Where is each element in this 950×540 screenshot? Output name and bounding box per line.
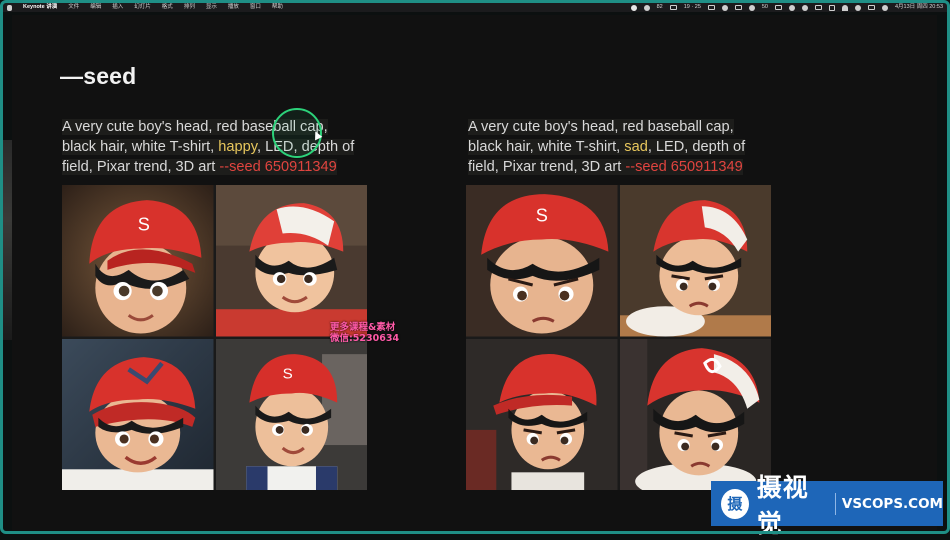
input-method-icon[interactable] bbox=[829, 4, 835, 11]
prompt-line: A very cute boy's head, red baseball cap… bbox=[468, 119, 734, 135]
battery-value: 82 bbox=[656, 4, 663, 10]
boy-sad-image bbox=[466, 338, 618, 490]
image-tile[interactable] bbox=[466, 338, 618, 490]
menu-slide[interactable]: 幻灯片 bbox=[134, 3, 151, 12]
image-tile[interactable] bbox=[619, 185, 771, 337]
menu-help[interactable]: 帮助 bbox=[272, 3, 283, 12]
apple-icon[interactable] bbox=[7, 4, 12, 11]
battery-status-icon[interactable] bbox=[643, 4, 650, 11]
seed-parameter: --seed 650911349 bbox=[219, 159, 337, 175]
chat-badge: 50 bbox=[761, 4, 768, 10]
record-icon[interactable] bbox=[630, 4, 637, 11]
watermark-divider bbox=[834, 492, 836, 515]
prompt-line: field, Pixar trend, 3D art bbox=[62, 159, 220, 175]
app-menu[interactable]: Keynote 讲演 bbox=[23, 3, 57, 12]
image-tile[interactable]: S bbox=[62, 185, 214, 337]
menu-play[interactable]: 播放 bbox=[228, 3, 239, 12]
prompt-line: black hair, white T-shirt, bbox=[468, 139, 625, 155]
menu-file[interactable]: 文件 bbox=[68, 3, 79, 12]
image-tile[interactable]: S bbox=[466, 185, 618, 337]
svg-text:S: S bbox=[138, 214, 150, 234]
image-tile[interactable]: S bbox=[215, 338, 367, 490]
date-time[interactable]: 4月13日 周四 20:53 bbox=[895, 3, 943, 12]
search-icon[interactable] bbox=[855, 4, 861, 11]
menu-format[interactable]: 格式 bbox=[162, 3, 173, 12]
menu-insert[interactable]: 插入 bbox=[112, 3, 123, 12]
play-circle-icon[interactable] bbox=[802, 4, 808, 11]
boy-sad-image: S bbox=[466, 185, 618, 337]
keyboard-icon[interactable] bbox=[775, 5, 782, 10]
siri-icon[interactable] bbox=[882, 4, 888, 11]
promo-line: 微信:5230634 bbox=[330, 333, 400, 344]
stats-icon[interactable] bbox=[669, 5, 677, 10]
promo-line: 更多课程&素材 bbox=[330, 322, 396, 333]
prompt-line: , LED, depth of bbox=[647, 139, 746, 155]
slide-canvas[interactable]: —seed A very cute boy's head, red baseba… bbox=[12, 15, 937, 530]
watermark-en: VSCOPS.COM bbox=[841, 495, 943, 512]
menu-arrange[interactable]: 排列 bbox=[184, 3, 195, 12]
time-range: 19 · 25 bbox=[683, 4, 701, 10]
image-tile[interactable] bbox=[62, 338, 214, 490]
site-watermark: 摄 摄视觉 VSCOPS.COM bbox=[711, 473, 943, 538]
moon-icon[interactable] bbox=[789, 4, 795, 11]
watermark-logo-icon: 摄 bbox=[721, 488, 749, 519]
chat-icon[interactable] bbox=[748, 4, 755, 11]
image-grid-sad[interactable]: S bbox=[466, 185, 771, 490]
sidebar-strip bbox=[3, 140, 12, 340]
image-tile[interactable] bbox=[215, 185, 367, 337]
prompt-line: black hair, white T-shirt, bbox=[62, 139, 219, 155]
promo-overlay: 更多课程&素材 微信:5230634 bbox=[330, 322, 399, 344]
display-icon[interactable] bbox=[707, 5, 715, 10]
slide-title: —seed bbox=[60, 63, 137, 89]
prompt-text-sad: A very cute boy's head, red baseball cap… bbox=[468, 117, 798, 177]
mood-keyword: happy bbox=[218, 139, 257, 155]
control-center-icon[interactable] bbox=[868, 5, 875, 10]
boy-happy-image bbox=[215, 185, 367, 337]
image-grid-happy[interactable]: S S bbox=[62, 185, 367, 490]
boy-sad-image bbox=[619, 338, 771, 490]
mood-keyword: sad bbox=[624, 139, 648, 155]
boy-sad-image bbox=[619, 185, 771, 337]
seed-parameter: --seed 650911349 bbox=[625, 159, 743, 175]
watermark-cn: 摄视觉 bbox=[756, 472, 809, 538]
menu-window[interactable]: 窗口 bbox=[250, 3, 261, 12]
wechat-icon[interactable] bbox=[721, 4, 728, 11]
prompt-line: field, Pixar trend, 3D art bbox=[468, 159, 626, 175]
svg-text:S: S bbox=[536, 205, 548, 225]
menu-bar: Keynote 讲演 文件 编辑 插入 幻灯片 格式 排列 显示 播放 窗口 帮… bbox=[3, 3, 947, 12]
boy-happy-image: S bbox=[62, 185, 214, 337]
boy-happy-image: S bbox=[215, 338, 367, 490]
battery-icon[interactable] bbox=[815, 5, 822, 10]
boy-happy-image bbox=[62, 338, 214, 490]
wifi-icon[interactable] bbox=[842, 4, 848, 11]
menu-view[interactable]: 显示 bbox=[206, 3, 217, 12]
prompt-text-happy: A very cute boy's head, red baseball cap… bbox=[62, 117, 392, 177]
image-tile[interactable] bbox=[619, 338, 771, 490]
svg-text:S: S bbox=[282, 365, 292, 382]
clipboard-icon[interactable] bbox=[734, 5, 742, 10]
menu-edit[interactable]: 编辑 bbox=[90, 3, 101, 12]
